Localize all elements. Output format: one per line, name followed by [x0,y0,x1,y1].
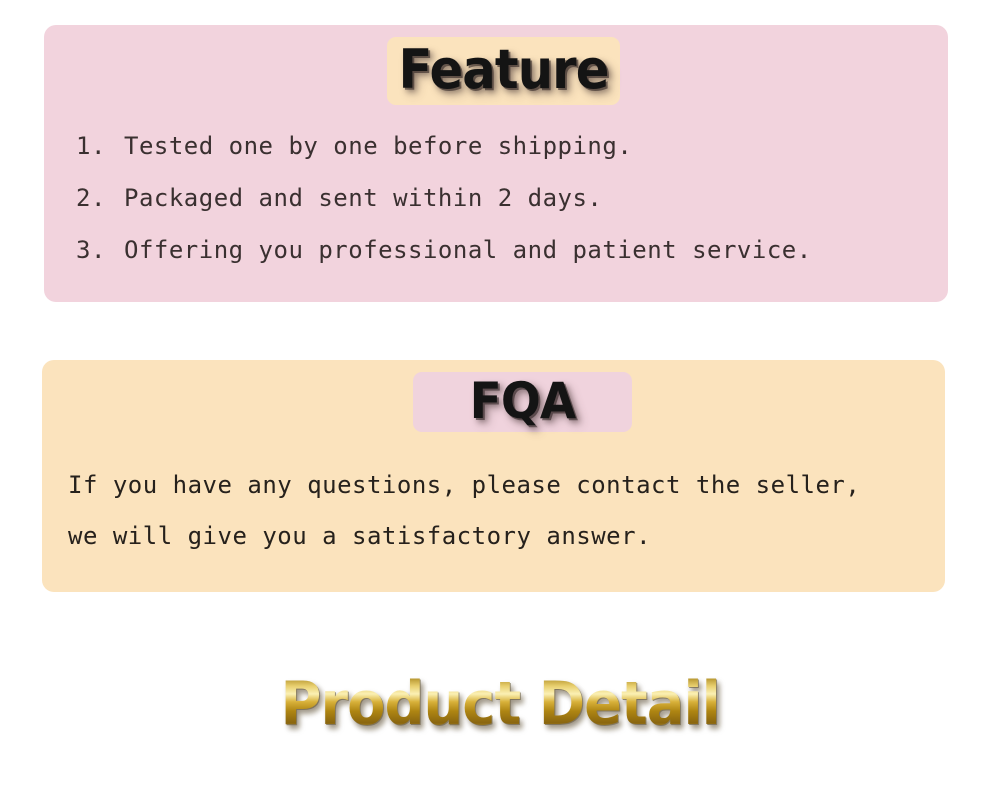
list-item-number: 2. [76,184,106,212]
fqa-title-badge: FQA [413,372,632,432]
list-item-number: 1. [76,132,106,160]
fqa-body: If you have any questions, please contac… [68,460,931,562]
list-item: 2. Packaged and sent within 2 days. [76,172,928,224]
list-item-text: Offering you professional and patient se… [124,236,812,264]
list-item-number: 3. [76,236,106,264]
fqa-panel: FQA If you have any questions, please co… [42,360,945,592]
list-item: 1. Tested one by one before shipping. [76,120,928,172]
feature-title-label: Feature [398,38,609,101]
fqa-title-label: FQA [469,372,577,430]
list-item-text: Tested one by one before shipping. [124,132,633,160]
product-detail-title: Product Detail [280,669,720,739]
fqa-text-line: If you have any questions, please contac… [68,471,861,499]
feature-panel: Feature 1. Tested one by one before ship… [44,25,948,302]
feature-title-badge: Feature [387,37,620,105]
fqa-text-line: we will give you a satisfactory answer. [68,522,652,550]
product-detail-heading: Product Detail [0,668,1000,748]
list-item-text: Packaged and sent within 2 days. [124,184,603,212]
list-item: 3. Offering you professional and patient… [76,224,928,276]
feature-list: 1. Tested one by one before shipping. 2.… [76,120,928,276]
